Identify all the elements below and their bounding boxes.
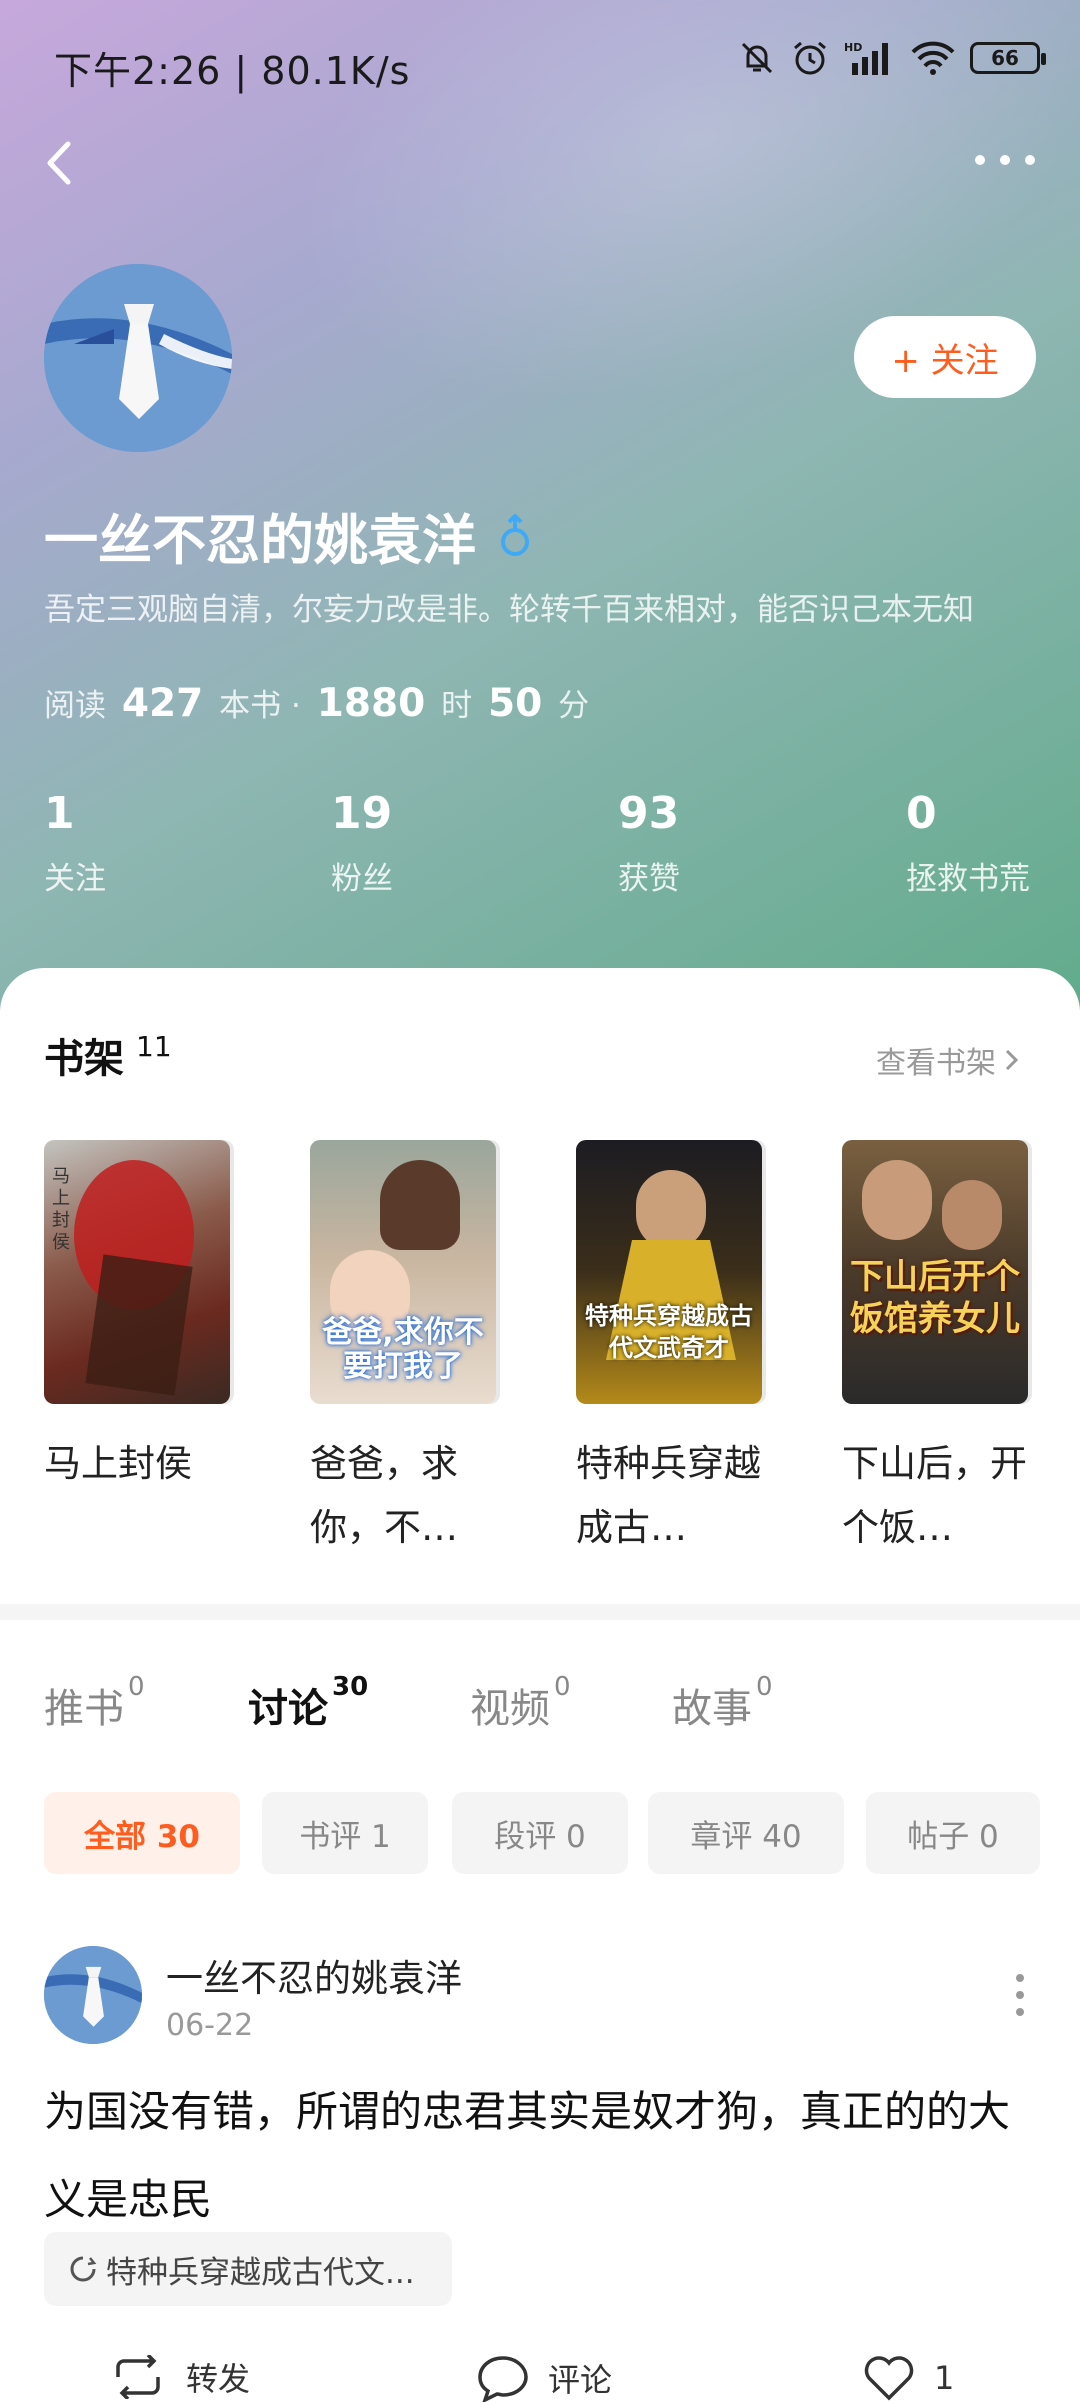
tab-recommend[interactable]: 推书 0 (44, 1672, 145, 1734)
book-title: 爸爸，求你，不… (310, 1442, 458, 1549)
more-dots-icon[interactable] (970, 140, 1040, 180)
filter-paragraph-review[interactable]: 段评 0 (452, 1792, 628, 1874)
tab-label: 故事 (672, 1686, 752, 1732)
stat-rescue[interactable]: 0 拯救书荒 (906, 788, 1080, 898)
tie-avatar-image (44, 264, 232, 452)
chevron-right-icon (1005, 1049, 1019, 1071)
repost-button[interactable]: 转发 (108, 2354, 250, 2400)
tab-discussion[interactable]: 讨论 30 (248, 1672, 368, 1734)
stat-label: 拯救书荒 (906, 861, 1030, 897)
shelf-count: 11 (136, 1030, 172, 1063)
svg-text:HD: HD (844, 41, 862, 54)
alarm-icon (794, 41, 826, 75)
tab-label: 讨论 (248, 1686, 328, 1732)
book-title: 下山后，开个饭… (842, 1442, 1027, 1549)
comment-icon (478, 2356, 528, 2402)
like-button[interactable]: 1 (862, 2354, 954, 2402)
shelf-title: 书架 (44, 1036, 124, 1082)
book-item[interactable]: 马上封侯 马上封侯 (44, 1140, 230, 1496)
male-gender-icon (501, 513, 529, 556)
reading-books: 427 (121, 681, 204, 726)
signal-icon: HD (844, 41, 888, 75)
book-cover: 下山后开个饭馆养女儿 (842, 1140, 1028, 1404)
post-book-link[interactable]: 特种兵穿越成古代文... (44, 2232, 452, 2306)
tab-count: 0 (554, 1672, 571, 1702)
battery-level: 66 (991, 46, 1019, 70)
tab-label: 推书 (44, 1686, 124, 1732)
bio-text: 吾定三观脑自清，尔妄力改是非。轮转千百来相对，能否识己本无知 (44, 592, 974, 628)
username-row: 一丝不忍的姚袁洋 (44, 496, 532, 575)
mute-bell-icon (741, 42, 773, 74)
loading-ring-icon (70, 2256, 97, 2282)
post-book-title: 特种兵穿越成古代文... (106, 2254, 415, 2291)
post-username[interactable]: 一丝不忍的姚袁洋 (166, 1948, 462, 2002)
tab-count: 0 (756, 1672, 773, 1702)
post-actions: 转发 评论 1 (0, 2350, 1080, 2402)
filter-posts[interactable]: 帖子 0 (866, 1792, 1040, 1874)
view-shelf-label: 查看书架 (876, 1046, 996, 1081)
stat-label: 粉丝 (331, 861, 393, 897)
reading-hours-unit: 时 (441, 688, 473, 724)
status-time: 下午2:26 | 80.1K/s (54, 49, 411, 93)
tab-video[interactable]: 视频 0 (470, 1672, 571, 1734)
back-arrow-icon[interactable] (40, 138, 80, 188)
status-icons: HD 66 (738, 38, 1046, 78)
heart-icon (864, 2356, 914, 2401)
wifi-icon (911, 41, 955, 75)
stat-label: 关注 (44, 861, 106, 897)
reading-books-unit: 本书 · (219, 688, 301, 724)
book-cover: 马上封侯 (44, 1140, 230, 1404)
reading-minutes-unit: 分 (558, 688, 590, 724)
tab-story[interactable]: 故事 0 (672, 1672, 773, 1734)
book-item[interactable]: 下山后开个饭馆养女儿 下山后，开个饭… (842, 1140, 1028, 1560)
repost-label: 转发 (186, 2360, 251, 2398)
book-title: 马上封侯 (44, 1442, 192, 1485)
stat-number: 19 (331, 788, 393, 839)
book-cover-text: 下山后开个饭馆养女儿 (850, 1257, 1020, 1339)
book-cover-text: 马上封侯 (52, 1166, 70, 1253)
reading-prefix: 阅读 (44, 688, 106, 724)
status-bar: 下午2:26 | 80.1K/s HD 66 (0, 0, 1080, 120)
book-cover-text: 特种兵穿越成古代文武奇才 (585, 1302, 753, 1362)
stat-followers[interactable]: 19 粉丝 (331, 788, 531, 898)
view-shelf-link[interactable]: 查看书架 (876, 1038, 1020, 1082)
post-content[interactable]: 为国没有错，所谓的忠君其实是奴才狗，真正的的大义是忠民 (44, 2068, 1044, 2244)
reading-hours: 1880 (316, 681, 426, 726)
book-item[interactable]: 特种兵穿越成古代文武奇才 特种兵穿越成古… (576, 1140, 762, 1560)
tab-count: 30 (332, 1672, 369, 1702)
username: 一丝不忍的姚袁洋 (44, 509, 476, 572)
filter-book-review[interactable]: 书评 1 (262, 1792, 428, 1874)
book-title: 特种兵穿越成古… (576, 1442, 761, 1549)
stat-number: 0 (906, 788, 937, 839)
tie-avatar-image (44, 1946, 142, 2044)
section-divider (0, 1604, 1080, 1620)
follow-button[interactable]: + 关注 (854, 316, 1036, 398)
book-cover: 爸爸,求你不要打我了 (310, 1140, 496, 1404)
comment-label: 评论 (548, 2361, 613, 2399)
reading-minutes: 50 (487, 681, 543, 726)
stat-following[interactable]: 1 关注 (44, 788, 244, 898)
more-vertical-icon[interactable] (1010, 1970, 1030, 2020)
repost-icon (116, 2355, 160, 2399)
like-count: 1 (934, 2359, 955, 2397)
stat-label: 获赞 (618, 861, 680, 897)
stat-likes[interactable]: 93 获赞 (618, 788, 818, 898)
filter-all[interactable]: 全部 30 (44, 1792, 240, 1874)
stat-number: 93 (618, 788, 680, 839)
book-cover: 特种兵穿越成古代文武奇才 (576, 1140, 762, 1404)
battery-icon: 66 (970, 42, 1046, 74)
avatar[interactable] (44, 264, 232, 452)
comment-button[interactable]: 评论 (476, 2354, 612, 2402)
stat-number: 1 (44, 788, 75, 839)
tab-label: 视频 (470, 1686, 550, 1732)
book-cover-text: 爸爸,求你不要打我了 (322, 1315, 484, 1384)
profile-stats: 1 关注 19 粉丝 93 获赞 0 拯救书荒 (44, 788, 1044, 908)
post-date: 06-22 (166, 2008, 254, 2043)
book-item[interactable]: 爸爸,求你不要打我了 爸爸，求你，不… (310, 1140, 496, 1560)
post-avatar[interactable] (44, 1946, 142, 2044)
tab-count: 0 (128, 1672, 145, 1702)
filter-chapter-review[interactable]: 章评 40 (648, 1792, 844, 1874)
reading-summary: 阅读 427 本书 · 1880 时 50 分 (44, 680, 589, 726)
